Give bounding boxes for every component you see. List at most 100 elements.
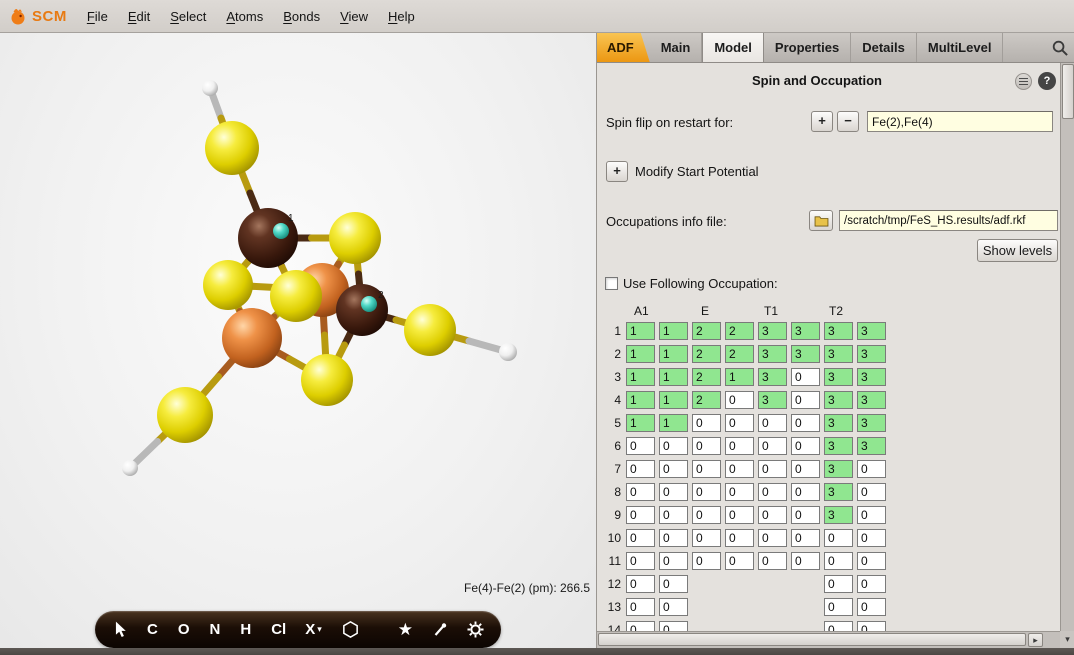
occupation-cell[interactable]: 3 <box>824 460 853 478</box>
occupation-cell[interactable]: 0 <box>725 506 754 524</box>
settings-tool-button[interactable] <box>467 621 484 638</box>
atom-Fe4[interactable] <box>222 308 282 368</box>
occupation-cell[interactable]: 0 <box>725 414 754 432</box>
horizontal-scrollbar-thumb[interactable] <box>598 633 1026 646</box>
occupation-cell[interactable]: 0 <box>626 483 655 501</box>
occupation-cell[interactable]: 3 <box>824 368 853 386</box>
occupation-cell[interactable]: 0 <box>659 552 688 570</box>
occupation-cell[interactable]: 0 <box>725 483 754 501</box>
occupations-file-input[interactable] <box>839 210 1058 231</box>
occupation-cell[interactable]: 0 <box>791 506 820 524</box>
occupation-cell[interactable]: 0 <box>791 437 820 455</box>
occupation-cell[interactable]: 3 <box>857 391 886 409</box>
occupation-cell[interactable]: 3 <box>824 391 853 409</box>
atom-S2[interactable] <box>329 212 381 264</box>
use-occupation-checkbox[interactable] <box>605 277 618 290</box>
occupation-cell[interactable]: 3 <box>758 391 787 409</box>
select-tool-button[interactable] <box>115 621 128 639</box>
occupation-cell[interactable]: 1 <box>659 345 688 363</box>
tab-properties[interactable]: Properties <box>764 33 851 62</box>
occupation-cell[interactable]: 0 <box>692 506 721 524</box>
occupation-cell[interactable]: 0 <box>857 483 886 501</box>
occupation-cell[interactable]: 3 <box>857 368 886 386</box>
occupation-cell[interactable]: 0 <box>725 552 754 570</box>
occupation-cell[interactable]: 0 <box>725 460 754 478</box>
vertical-scrollbar-thumb[interactable] <box>1062 64 1074 119</box>
occupation-cell[interactable]: 1 <box>725 368 754 386</box>
occupation-cell[interactable]: 3 <box>824 437 853 455</box>
occupation-cell[interactable]: 0 <box>692 552 721 570</box>
menu-atoms[interactable]: Atoms <box>216 3 273 30</box>
help-button[interactable]: ? <box>1038 72 1056 90</box>
menu-file[interactable]: File <box>77 3 118 30</box>
atom-S7[interactable] <box>157 387 213 443</box>
tab-details[interactable]: Details <box>851 33 917 62</box>
occupation-cell[interactable]: 0 <box>659 598 688 616</box>
occupation-cell[interactable]: 1 <box>659 414 688 432</box>
occupation-cell[interactable]: 0 <box>692 460 721 478</box>
occupation-cell[interactable]: 0 <box>791 460 820 478</box>
occupation-cell[interactable]: 3 <box>758 345 787 363</box>
occupation-cell[interactable]: 0 <box>791 368 820 386</box>
occupation-cell[interactable]: 0 <box>758 437 787 455</box>
occupation-cell[interactable]: 0 <box>791 414 820 432</box>
occupation-cell[interactable]: 2 <box>725 345 754 363</box>
occupation-cell[interactable]: 1 <box>626 322 655 340</box>
modify-start-potential-add-button[interactable]: + <box>606 161 628 182</box>
occupation-cell[interactable]: 0 <box>659 460 688 478</box>
element-dropdown-button[interactable]: X ▾ <box>305 621 322 638</box>
occupation-cell[interactable]: 3 <box>824 345 853 363</box>
occupation-cell[interactable]: 3 <box>791 322 820 340</box>
occupation-cell[interactable]: 1 <box>626 391 655 409</box>
occupation-cell[interactable]: 0 <box>725 391 754 409</box>
element-button-c[interactable]: C <box>147 621 158 638</box>
atom-S5[interactable] <box>301 354 353 406</box>
occupation-cell[interactable]: 0 <box>857 552 886 570</box>
element-button-cl[interactable]: Cl <box>271 621 286 638</box>
occupation-cell[interactable]: 0 <box>626 529 655 547</box>
occupation-cell[interactable]: 0 <box>626 437 655 455</box>
occupation-cell[interactable]: 0 <box>791 552 820 570</box>
tab-main[interactable]: Main <box>650 33 703 62</box>
occupation-cell[interactable]: 0 <box>857 575 886 593</box>
occupation-cell[interactable]: 2 <box>692 391 721 409</box>
show-levels-button[interactable]: Show levels <box>977 239 1058 262</box>
occupation-cell[interactable]: 1 <box>626 414 655 432</box>
occupation-cell[interactable]: 1 <box>659 322 688 340</box>
occupation-cell[interactable]: 1 <box>626 345 655 363</box>
occupation-cell[interactable]: 3 <box>824 322 853 340</box>
occupation-cell[interactable]: 0 <box>626 506 655 524</box>
occupation-cell[interactable]: 0 <box>725 437 754 455</box>
browse-file-button[interactable] <box>809 210 833 231</box>
menu-edit[interactable]: Edit <box>118 3 160 30</box>
atom-H1[interactable] <box>202 80 218 96</box>
scroll-right-arrow[interactable]: ▸ <box>1028 633 1043 647</box>
occupation-cell[interactable]: 0 <box>758 483 787 501</box>
occupation-cell[interactable]: 3 <box>857 345 886 363</box>
occupation-cell[interactable]: 3 <box>857 322 886 340</box>
menu-select[interactable]: Select <box>160 3 216 30</box>
occupation-cell[interactable]: 0 <box>824 598 853 616</box>
occupation-cell[interactable]: 0 <box>857 460 886 478</box>
scroll-down-arrow[interactable]: ▾ <box>1060 631 1074 648</box>
spin-flip-input[interactable] <box>867 111 1053 132</box>
occupation-cell[interactable]: 0 <box>857 621 886 631</box>
atom-S4[interactable] <box>270 270 322 322</box>
tab-adf[interactable]: ADF <box>597 33 650 62</box>
atom-S1[interactable] <box>205 121 259 175</box>
occupation-cell[interactable]: 0 <box>758 552 787 570</box>
spin-flip-add-button[interactable]: + <box>811 111 833 132</box>
occupation-cell[interactable]: 0 <box>692 483 721 501</box>
panel-menu-button[interactable] <box>1015 73 1032 90</box>
search-button[interactable] <box>1052 40 1069 57</box>
occupation-cell[interactable]: 0 <box>626 552 655 570</box>
menu-bonds[interactable]: Bonds <box>273 3 330 30</box>
occupation-cell[interactable]: 2 <box>692 368 721 386</box>
tab-multilevel[interactable]: MultiLevel <box>917 33 1004 62</box>
occupation-cell[interactable]: 0 <box>857 598 886 616</box>
occupation-cell[interactable]: 0 <box>659 483 688 501</box>
occupation-cell[interactable]: 0 <box>626 460 655 478</box>
occupation-cell[interactable]: 0 <box>692 414 721 432</box>
occupation-cell[interactable]: 0 <box>692 437 721 455</box>
occupation-cell[interactable]: 3 <box>857 414 886 432</box>
